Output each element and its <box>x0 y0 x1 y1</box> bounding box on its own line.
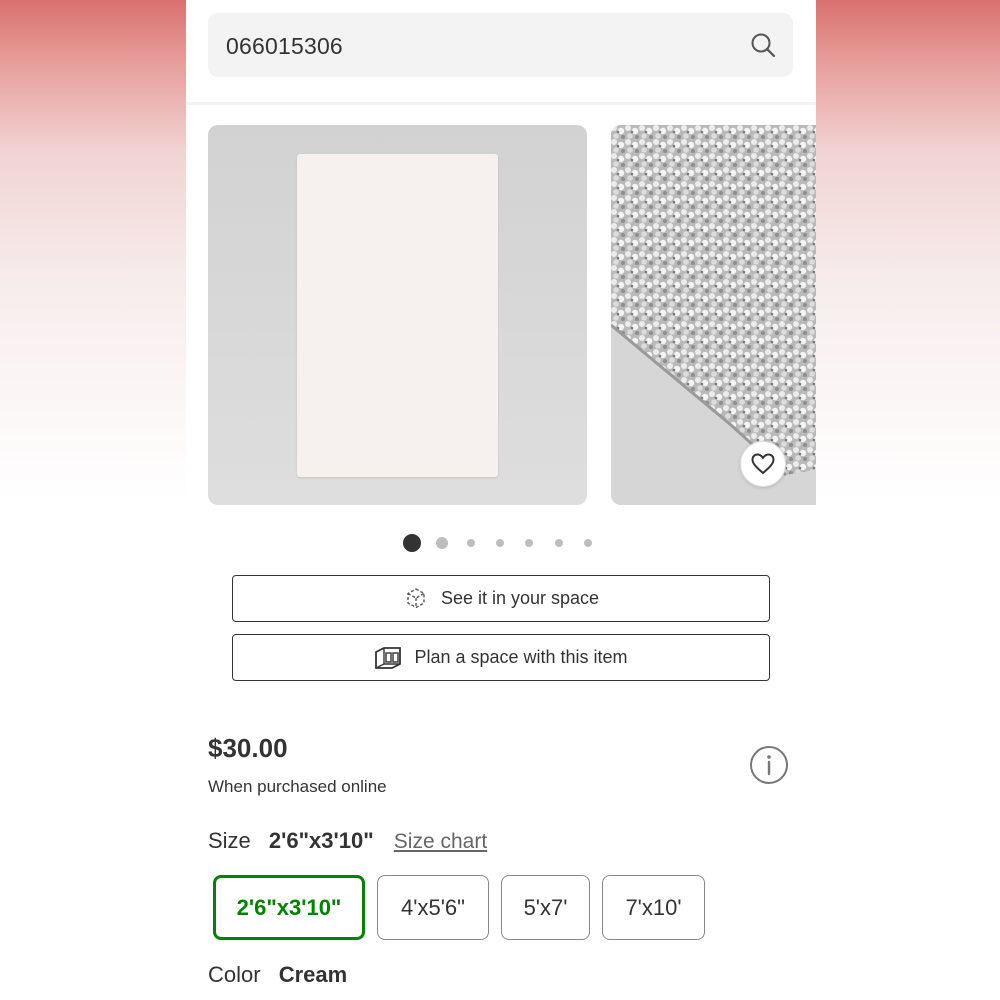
product-page: 066015306 See it in your space Plan a sp… <box>186 0 816 1000</box>
search-input[interactable]: 066015306 <box>226 33 343 60</box>
color-selected-value: Cream <box>278 962 348 987</box>
see-in-space-label: See it in your space <box>440 588 600 608</box>
carousel-dot-7[interactable] <box>584 539 592 547</box>
rug-texture-image <box>611 125 816 505</box>
ar-cube-icon <box>407 587 425 608</box>
size-label: Size <box>208 828 251 853</box>
plan-space-button[interactable]: Plan a space with this item <box>232 634 770 681</box>
heart-icon <box>751 453 775 475</box>
carousel-dot-4[interactable] <box>496 539 504 547</box>
see-in-space-button[interactable]: See it in your space <box>232 575 770 622</box>
product-image-1[interactable] <box>208 125 587 505</box>
size-option-2[interactable]: 4'x5'6" <box>377 875 489 940</box>
size-selector-header: Size 2'6"x3'10" Size chart <box>208 828 487 854</box>
product-image-2[interactable] <box>611 125 816 505</box>
plan-space-label: Plan a space with this item <box>414 647 628 667</box>
size-option-3[interactable]: 5'x7' <box>501 875 590 940</box>
background-right <box>816 0 1000 1000</box>
search-icon[interactable] <box>749 31 777 59</box>
carousel-dot-3[interactable] <box>467 539 475 547</box>
color-selector-header: Color Cream <box>208 962 347 988</box>
info-icon[interactable] <box>749 745 789 785</box>
price: $30.00 <box>208 733 288 763</box>
rug-image <box>297 154 498 477</box>
size-option-4[interactable]: 7'x10' <box>602 875 705 940</box>
carousel-dot-5[interactable] <box>525 539 533 547</box>
size-selected-value: 2'6"x3'10" <box>268 828 374 853</box>
room-plan-icon <box>375 646 402 669</box>
carousel-indicator <box>186 534 816 554</box>
search-bar[interactable]: 066015306 <box>208 13 793 77</box>
favorite-button[interactable] <box>740 441 786 487</box>
price-note: When purchased online <box>208 777 387 796</box>
header-divider <box>186 102 816 105</box>
color-label: Color <box>208 962 261 987</box>
size-option-1[interactable]: 2'6"x3'10" <box>213 875 365 940</box>
background-left <box>0 0 186 1000</box>
carousel-dot-2[interactable] <box>436 537 448 549</box>
carousel-dot-1[interactable] <box>403 534 421 552</box>
size-chart-link[interactable]: Size chart <box>394 830 487 853</box>
carousel-dot-6[interactable] <box>555 539 563 547</box>
